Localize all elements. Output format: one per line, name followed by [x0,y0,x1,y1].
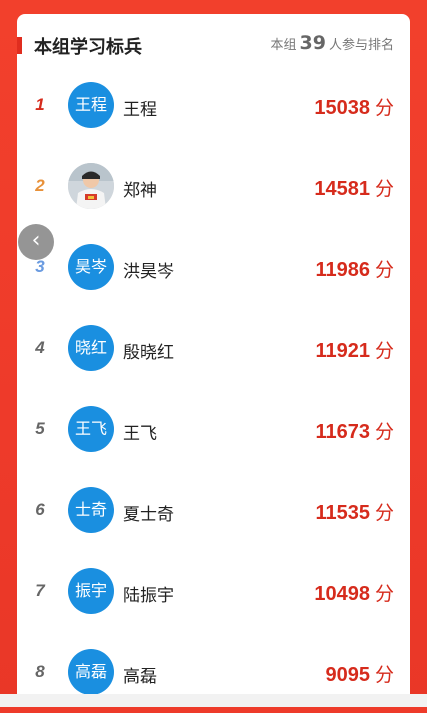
score-value: 14581 [314,178,370,200]
avatar: 王飞 [68,406,114,452]
participant-prefix: 本组 [270,38,297,53]
member-score: 9095 分 [325,660,394,687]
avatar: 王程 [68,82,114,128]
member-name: 王程 [123,100,157,120]
member-name: 洪昊岑 [123,262,174,282]
leaderboard-row[interactable]: 6 士奇 夏士奇 11535 分 [17,470,410,551]
member-score: 15038 分 [314,93,394,120]
leaderboard-row[interactable]: 7 振宇 陆振宇 10498 分 [17,551,410,632]
score-value: 11673 [315,421,370,443]
chevron-left-icon: ‹ [31,228,41,253]
score-unit: 分 [374,421,394,443]
back-button[interactable]: ‹ [18,224,54,260]
score-value: 15038 [314,97,370,119]
participant-suffix: 人参与排名 [328,38,394,53]
leaderboard-card: 本组学习标兵 本组 39 人参与排名 1 王程 王程 15038 分 2 郑神 14581 分 3 昊岑… [17,14,410,707]
rank-number: 1 [35,95,45,114]
member-name: 陆振宇 [123,586,174,606]
avatar-photo-icon [68,163,114,209]
avatar: 昊岑 [68,244,114,290]
score-unit: 分 [374,259,394,281]
score-unit: 分 [374,502,394,524]
member-score: 11921 分 [315,336,394,363]
header-accent-bar [17,37,22,54]
leaderboard-row[interactable]: 3 昊岑 洪昊岑 11986 分 [17,227,410,308]
avatar [68,163,114,209]
member-name: 殷晓红 [123,343,174,363]
member-name: 王飞 [123,424,157,444]
score-value: 10498 [314,583,370,605]
member-score: 14581 分 [314,174,394,201]
rank-number: 3 [35,257,45,276]
score-unit: 分 [374,178,394,200]
member-name: 高磊 [123,667,157,687]
member-score: 10498 分 [314,579,394,606]
leaderboard-header: 本组学习标兵 本组 39 人参与排名 [17,30,410,60]
score-unit: 分 [374,340,394,362]
rank-number: 2 [35,176,45,195]
rank-number: 7 [35,581,45,600]
leaderboard-row[interactable]: 5 王飞 王飞 11673 分 [17,389,410,470]
participant-count: 39 [299,32,326,54]
leaderboard-row[interactable]: 1 王程 王程 15038 分 [17,65,410,146]
member-name: 夏士奇 [123,505,174,525]
rank-number: 8 [35,662,45,681]
bottom-strip [0,694,427,707]
score-unit: 分 [374,583,394,605]
avatar: 振宇 [68,568,114,614]
leaderboard-row[interactable]: 4 晓红 殷晓红 11921 分 [17,308,410,389]
rank-number: 6 [35,500,45,519]
score-value: 11986 [315,259,370,281]
leaderboard-row[interactable]: 2 郑神 14581 分 [17,146,410,227]
leaderboard-title: 本组学习标兵 [34,37,142,58]
member-score: 11535 分 [315,498,394,525]
avatar: 高磊 [68,649,114,695]
rank-number: 4 [35,338,45,357]
participant-info: 本组 39 人参与排名 [271,32,394,54]
score-unit: 分 [374,97,394,119]
score-unit: 分 [374,664,394,686]
avatar: 士奇 [68,487,114,533]
member-score: 11986 分 [315,255,394,282]
score-value: 9095 [325,664,370,686]
member-name: 郑神 [123,181,157,201]
score-value: 11921 [315,340,370,362]
rank-number: 5 [35,419,45,438]
avatar: 晓红 [68,325,114,371]
member-score: 11673 分 [315,417,394,444]
score-value: 11535 [315,502,370,524]
